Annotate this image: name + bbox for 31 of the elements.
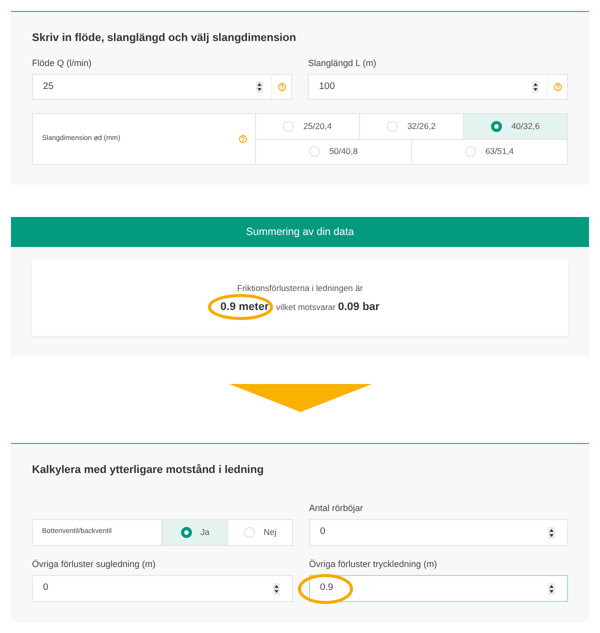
stepper-icon[interactable]	[548, 582, 555, 594]
field-label: Flöde Q (l/min)	[32, 57, 93, 69]
radio-button[interactable]	[180, 527, 192, 538]
help-icon[interactable]	[278, 83, 286, 91]
result-text: Friktionsförlusterna i ledningen är 0.9 meter vilket motsvarar 0.09 bar	[220, 282, 380, 315]
summary-header: Summering av din data	[11, 217, 589, 247]
number-field[interactable]: 0	[32, 575, 293, 602]
number-field[interactable]: 0	[309, 519, 568, 546]
stepper-icon[interactable]	[532, 81, 539, 93]
radio-option[interactable]: 25/20,4	[256, 114, 359, 138]
section-title: Kalkylera med ytterligare motstånd i ledning	[32, 463, 265, 477]
stepper-icon[interactable]	[273, 582, 280, 594]
radio-option[interactable]: 40/32,6	[463, 114, 567, 138]
section-title: Skriv in flöde, slanglängd och välj slangdimension	[32, 31, 298, 45]
number-field[interactable]: 0.9	[309, 575, 568, 602]
radio-option[interactable]: Ja	[162, 520, 227, 545]
help-icon[interactable]	[554, 83, 562, 91]
field-label: Övriga förluster sugledning (m)	[32, 558, 157, 570]
radio-option[interactable]: 63/51,4	[411, 140, 567, 164]
field-label: Antal rörböjar	[309, 502, 364, 514]
field-label: Övriga förluster tryckledning (m)	[309, 558, 438, 570]
radio-button[interactable]	[491, 120, 502, 132]
help-icon[interactable]	[239, 135, 247, 143]
down-arrow-icon	[228, 384, 372, 412]
radio-option[interactable]: Nej	[227, 520, 292, 545]
stepper-icon[interactable]	[548, 526, 555, 538]
radio-option[interactable]: 50/40,8	[256, 140, 411, 164]
number-field[interactable]: 25	[32, 74, 292, 100]
field-label: Slanglängd L (m)	[308, 57, 378, 69]
stepper-icon[interactable]	[256, 81, 263, 93]
number-field[interactable]: 100	[308, 74, 568, 100]
